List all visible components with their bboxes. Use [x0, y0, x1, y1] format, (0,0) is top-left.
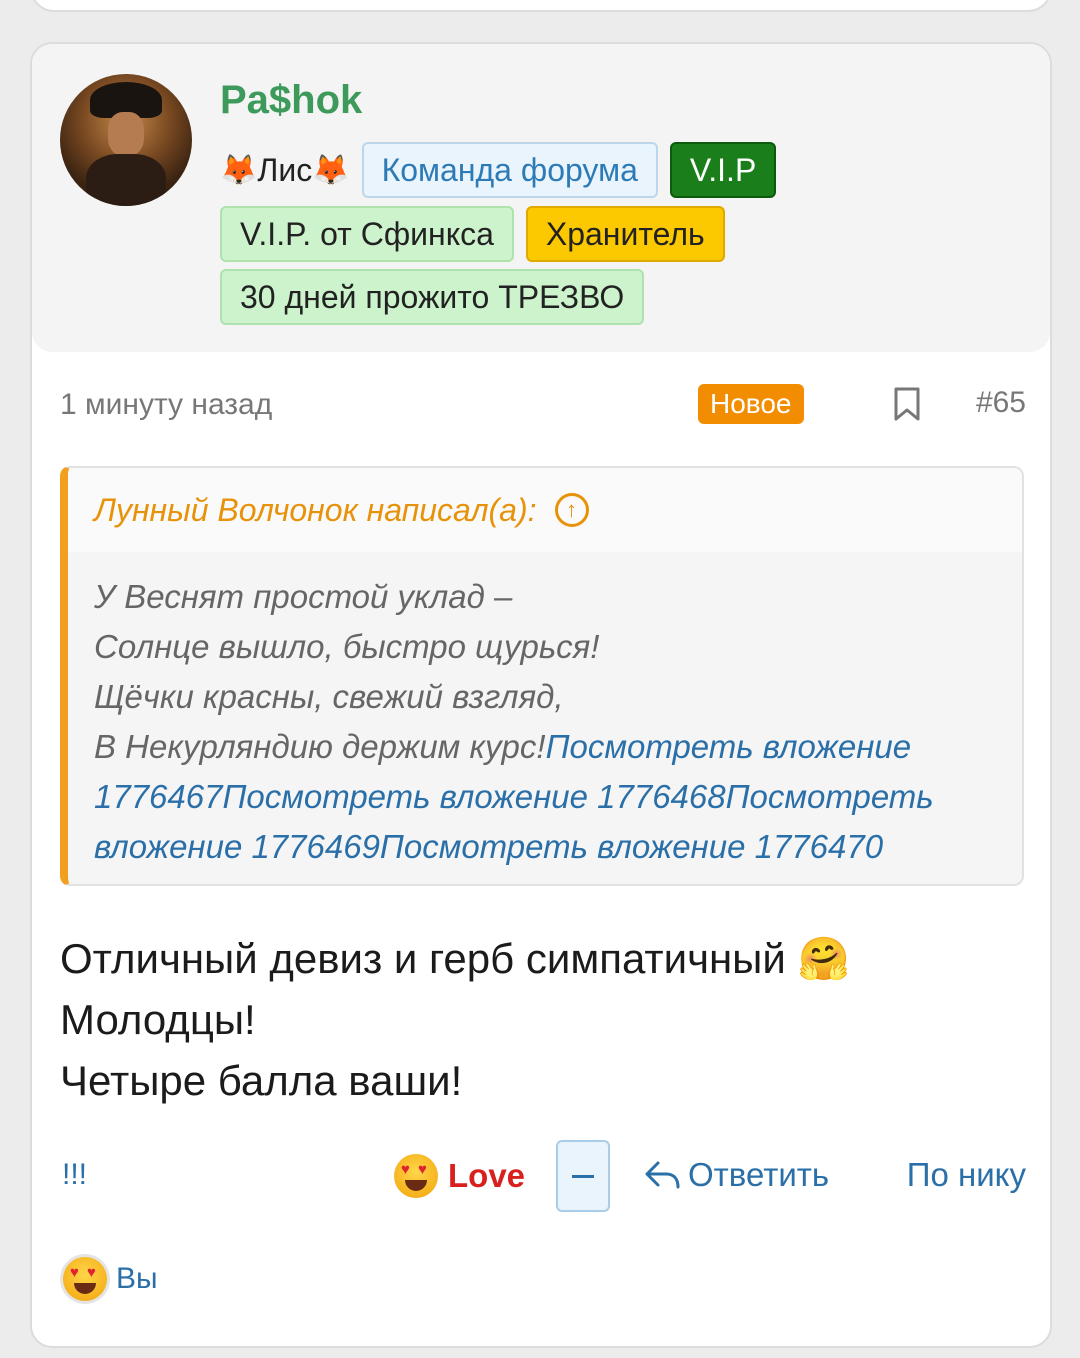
badge-sober-30: 30 дней прожито ТРЕЗВО — [220, 269, 645, 325]
post-number[interactable]: #65 — [976, 386, 1026, 420]
minus-button[interactable] — [556, 1140, 610, 1212]
reply-icon — [645, 1161, 680, 1189]
quote-line: Солнце вышло, быстро щурься! — [94, 628, 600, 665]
post-time[interactable]: 1 минуту назад — [60, 388, 272, 422]
role-line: 🦊 Лис 🦊 Команда форума V.I.P — [220, 142, 777, 198]
badge-row: V.I.P. от Сфинкса Хранитель — [220, 206, 725, 262]
quote-line: В Некурляндию держим курс! — [94, 728, 546, 765]
heart-eyes-icon: ♥ ♥ — [63, 1257, 107, 1301]
quote-block: Лунный Волчонок написал(а): ↑ У Веснят п… — [60, 466, 1024, 886]
new-badge: Новое — [698, 384, 804, 424]
previous-post-card-edge — [30, 0, 1052, 12]
arrow-up-circle-icon[interactable]: ↑ — [554, 493, 589, 527]
avatar[interactable] — [60, 74, 192, 206]
forum-post: Pa$hok 🦊 Лис 🦊 Команда форума V.I.P V.I.… — [30, 42, 1052, 1348]
quote-body: У Веснят простой уклад – Солнце вышло, б… — [68, 552, 1022, 872]
badge-vip-sphinx: V.I.P. от Сфинкса — [220, 206, 514, 262]
message-line: Молодцы! — [60, 996, 256, 1043]
post-actions: !!! ♥ ♥ Love Ответить По нику — [60, 1140, 1026, 1214]
love-reaction-button[interactable]: ♥ ♥ Love — [394, 1154, 525, 1198]
bookmark-icon[interactable] — [892, 386, 922, 422]
love-label: Love — [448, 1157, 526, 1194]
user-info-block: Pa$hok 🦊 Лис 🦊 Команда форума V.I.P V.I.… — [32, 44, 1050, 352]
post-message: Отличный девиз и герб симпатичный 🤗 Моло… — [60, 928, 850, 1111]
message-line: Четыре балла ваши! — [60, 1057, 463, 1104]
user-title: 🦊 Лис 🦊 — [220, 142, 350, 198]
quote-header[interactable]: Лунный Волчонок написал(а): ↑ — [68, 468, 1022, 552]
quote-line-with-links: В Некурляндию держим курс!Посмотреть вло… — [94, 722, 996, 872]
exclamation-text[interactable]: !!! — [62, 1158, 87, 1192]
heart-eyes-icon: ♥ ♥ — [394, 1154, 438, 1198]
quote-author[interactable]: Лунный Волчонок написал(а): — [94, 492, 537, 529]
minus-icon — [572, 1174, 594, 1178]
reaction-icon-wrap: ♥ ♥ — [60, 1254, 110, 1304]
badge-vip: V.I.P — [669, 142, 777, 198]
post-meta: 1 минуту назад Новое #65 — [60, 382, 1026, 432]
quote-line: У Веснят простой уклад – — [94, 578, 513, 615]
fox-icon: 🦊 — [220, 153, 258, 187]
badge-row: 30 дней прожито ТРЕЗВО — [220, 269, 645, 325]
reply-button[interactable]: Ответить — [644, 1156, 829, 1194]
badge-team: Команда форума — [361, 142, 658, 198]
by-nick-button[interactable]: По нику — [907, 1156, 1026, 1194]
fox-icon: 🦊 — [312, 153, 350, 187]
username[interactable]: Pa$hok — [220, 78, 362, 123]
quote-line: Щёчки красны, свежий взгляд, — [94, 678, 564, 715]
reactors-label: Вы — [116, 1262, 158, 1295]
badge-keeper: Хранитель — [525, 206, 725, 262]
reply-label: Ответить — [688, 1156, 830, 1193]
reactions-summary[interactable]: ♥ ♥ Вы — [60, 1254, 158, 1304]
message-line: Отличный девиз и герб симпатичный 🤗 — [60, 935, 850, 982]
user-title-label: Лис — [257, 151, 313, 188]
